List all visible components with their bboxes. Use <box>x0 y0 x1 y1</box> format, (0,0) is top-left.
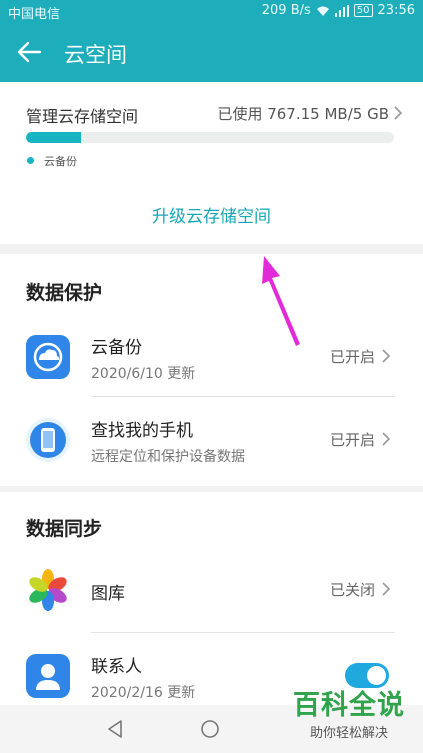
nav-home-icon[interactable] <box>199 718 221 740</box>
legend-label: 云备份 <box>44 155 77 168</box>
item-name: 联系人 <box>91 657 142 677</box>
find-phone-icon <box>26 418 70 462</box>
storage-used-value[interactable]: 已使用 767.15 MB/5 GB <box>217 103 389 124</box>
watermark-title: 百科全说 <box>293 690 405 721</box>
item-subtitle: 2020/6/10 更新 <box>91 366 196 382</box>
watermark-subtitle: 助你轻松解决 <box>309 726 388 741</box>
item-status: 已开启 <box>329 348 375 366</box>
carrier-label: 中国电信 <box>8 7 61 22</box>
contacts-icon <box>26 654 70 698</box>
network-speed: 209 B/s <box>261 3 311 18</box>
item-name: 云备份 <box>91 338 142 358</box>
cloud-backup-icon <box>26 335 70 379</box>
watermark-logo: 百科全说 助你轻松解决 <box>289 690 409 741</box>
item-subtitle: 远程定位和保护设备数据 <box>91 449 245 465</box>
back-arrow-icon[interactable] <box>16 40 42 64</box>
item-subtitle: 2020/2/16 更新 <box>91 685 196 701</box>
chevron-right-icon <box>382 349 391 363</box>
item-name: 图库 <box>91 584 125 604</box>
section-title-sync: 数据同步 <box>26 518 103 540</box>
battery-icon: 50 <box>353 4 373 17</box>
storage-card: 管理云存储空间 已使用 767.15 MB/5 GB 云备份 升级云存储空间 <box>0 82 423 244</box>
annotation-arrow-icon <box>262 256 300 346</box>
clock: 23:56 <box>377 3 415 18</box>
upgrade-storage-button[interactable]: 升级云存储空间 <box>0 202 423 227</box>
chevron-right-icon <box>382 432 391 446</box>
list-item-cloud-backup[interactable]: 云备份 2020/6/10 更新 已开启 <box>0 314 423 400</box>
section-title-protection: 数据保护 <box>26 282 103 304</box>
page-title: 云空间 <box>64 43 127 67</box>
chevron-right-icon <box>382 582 391 596</box>
status-bar: 中国电信 209 B/s 50 23:56 <box>0 0 423 22</box>
item-name: 查找我的手机 <box>91 421 193 441</box>
storage-progress-bar <box>26 132 394 143</box>
data-sync-card: 数据同步 图库 已关闭 联系人 2020/2/16 更新 <box>0 492 423 705</box>
toggle-knob <box>367 666 386 685</box>
item-status: 已开启 <box>329 431 375 449</box>
chevron-right-icon[interactable] <box>393 105 403 121</box>
legend-dot <box>27 157 34 164</box>
nav-back-icon[interactable] <box>104 718 126 740</box>
signal-icon <box>334 4 349 17</box>
storage-progress-fill <box>26 132 82 143</box>
list-item-find-phone[interactable]: 查找我的手机 远程定位和保护设备数据 已开启 <box>0 397 423 483</box>
list-item-gallery[interactable]: 图库 已关闭 <box>0 547 423 633</box>
item-status: 已关闭 <box>329 581 375 599</box>
data-protection-card: 数据保护 云备份 2020/6/10 更新 已开启 查找我的手机 远程定位和保护… <box>0 254 423 486</box>
wifi-icon <box>316 6 329 16</box>
app-bar: 云空间 <box>0 22 423 82</box>
gallery-icon <box>29 569 67 611</box>
manage-storage-label[interactable]: 管理云存储空间 <box>26 103 138 127</box>
contacts-sync-toggle[interactable] <box>345 663 389 688</box>
